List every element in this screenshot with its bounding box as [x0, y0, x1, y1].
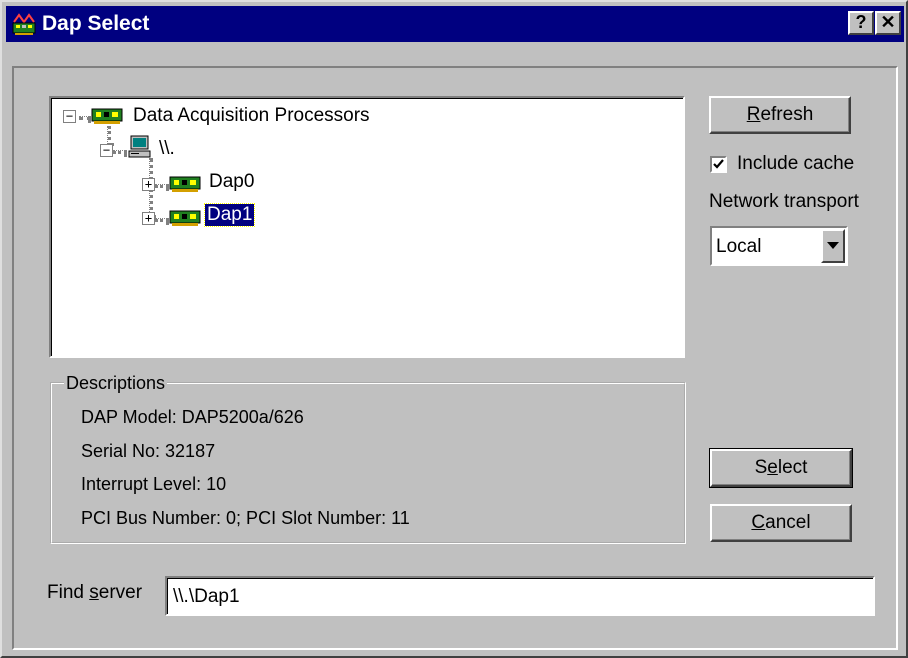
find-server-label-post: erver: [98, 582, 143, 603]
dap-tree-view[interactable]: − Data Acquisition Processors − \\. + Da: [49, 96, 685, 358]
tree-expand-toggle[interactable]: +: [142, 212, 155, 225]
network-transport-value: Local: [716, 236, 762, 257]
dap-card-icon: [169, 176, 201, 192]
include-cache-label[interactable]: Include cache: [737, 153, 854, 175]
tree-root-label[interactable]: Data Acquisition Processors: [133, 105, 370, 127]
tree-server-label[interactable]: \\.: [159, 138, 175, 160]
refresh-mnemonic: R: [746, 104, 761, 125]
find-server-value: \\.\Dap1: [173, 586, 240, 607]
include-cache-checkbox[interactable]: [710, 155, 727, 173]
find-server-label: Find server: [47, 582, 142, 604]
dap-card-icon: [91, 108, 123, 124]
description-model: DAP Model: DAP5200a/626: [81, 407, 304, 427]
select-button[interactable]: Select: [709, 448, 853, 488]
dap-card-icon: [169, 210, 201, 226]
refresh-label-post: efresh: [760, 104, 814, 125]
close-button[interactable]: ✕: [875, 11, 901, 35]
find-server-mnemonic: s: [89, 582, 99, 603]
cancel-label-post: ancel: [765, 512, 811, 533]
title-bar[interactable]: Dap Select ? ✕: [6, 6, 904, 42]
help-button[interactable]: ?: [848, 11, 874, 35]
find-server-input[interactable]: \\.\Dap1: [165, 576, 875, 616]
dropdown-arrow-button[interactable]: [821, 229, 845, 263]
checkmark-icon: [713, 158, 724, 169]
refresh-button[interactable]: Refresh: [709, 96, 851, 134]
network-transport-select[interactable]: Local: [710, 226, 848, 266]
tree-item-dap1-selected[interactable]: Dap1: [203, 203, 256, 227]
select-label-post: lect: [777, 457, 808, 478]
description-serial: Serial No: 32187: [81, 441, 216, 461]
dap-select-dialog: Dap Select ? ✕ − Data Acquisition Proces…: [0, 0, 908, 658]
cancel-mnemonic: C: [751, 512, 766, 533]
chevron-down-icon: [827, 242, 839, 249]
tree-line: [79, 116, 91, 120]
tree-collapse-toggle[interactable]: −: [100, 144, 113, 157]
description-interrupt: Interrupt Level: 10: [81, 474, 227, 494]
description-pci: PCI Bus Number: 0; PCI Slot Number: 11: [81, 508, 410, 528]
tree-item-dap0[interactable]: Dap0: [209, 171, 254, 193]
window-title: Dap Select: [42, 12, 150, 35]
tree-collapse-toggle[interactable]: −: [63, 110, 76, 123]
find-server-label-pre: Find: [47, 582, 90, 603]
include-cache-row[interactable]: Include cache: [710, 153, 854, 175]
tree-line: [113, 150, 127, 154]
tree-line: [155, 218, 169, 222]
tree-expand-toggle[interactable]: +: [142, 178, 155, 191]
tree-line: [155, 184, 169, 188]
computer-icon: [128, 135, 151, 158]
cancel-button[interactable]: Cancel: [710, 504, 852, 542]
network-transport-label: Network transport: [709, 191, 859, 212]
descriptions-legend: Descriptions: [64, 373, 168, 394]
select-mnemonic: e: [767, 457, 778, 478]
select-label-pre: S: [754, 457, 768, 478]
dap-app-icon: [12, 13, 36, 35]
